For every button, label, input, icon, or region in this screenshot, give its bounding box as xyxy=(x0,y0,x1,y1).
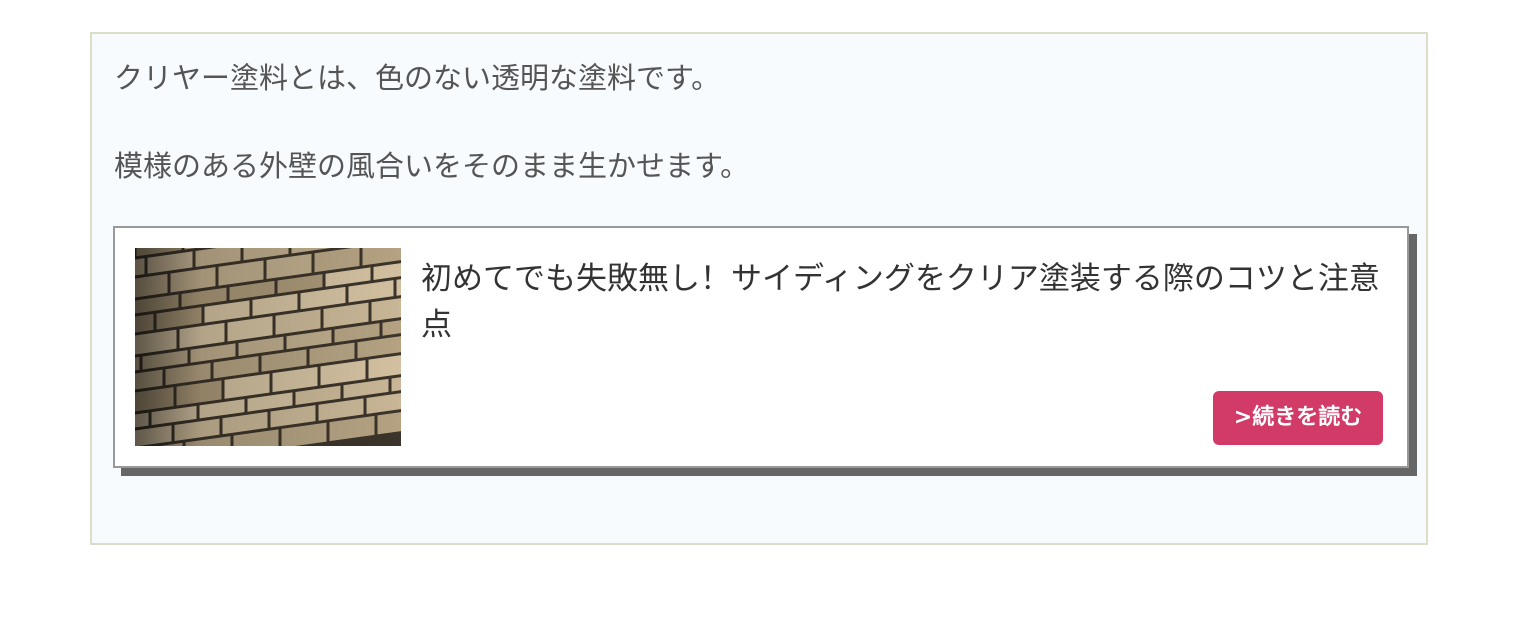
article-thumbnail-image[interactable] xyxy=(135,248,401,446)
paragraph-texture-benefit: 模様のある外壁の風合いをそのまま生かせます。 xyxy=(114,149,750,183)
paragraph-clear-paint-definition: クリヤー塗料とは、色のない透明な塗料です。 xyxy=(114,61,721,95)
article-title-link[interactable]: 初めてでも失敗無し！サイディングをクリア塗装する際のコツと注意点 xyxy=(421,256,1389,348)
related-article-card[interactable]: 初めてでも失敗無し！サイディングをクリア塗装する際のコツと注意点 >続きを読む xyxy=(113,226,1409,468)
content-box: クリヤー塗料とは、色のない透明な塗料です。 模様のある外壁の風合いをそのまま生か… xyxy=(90,32,1428,545)
read-more-button[interactable]: >続きを読む xyxy=(1213,391,1383,445)
